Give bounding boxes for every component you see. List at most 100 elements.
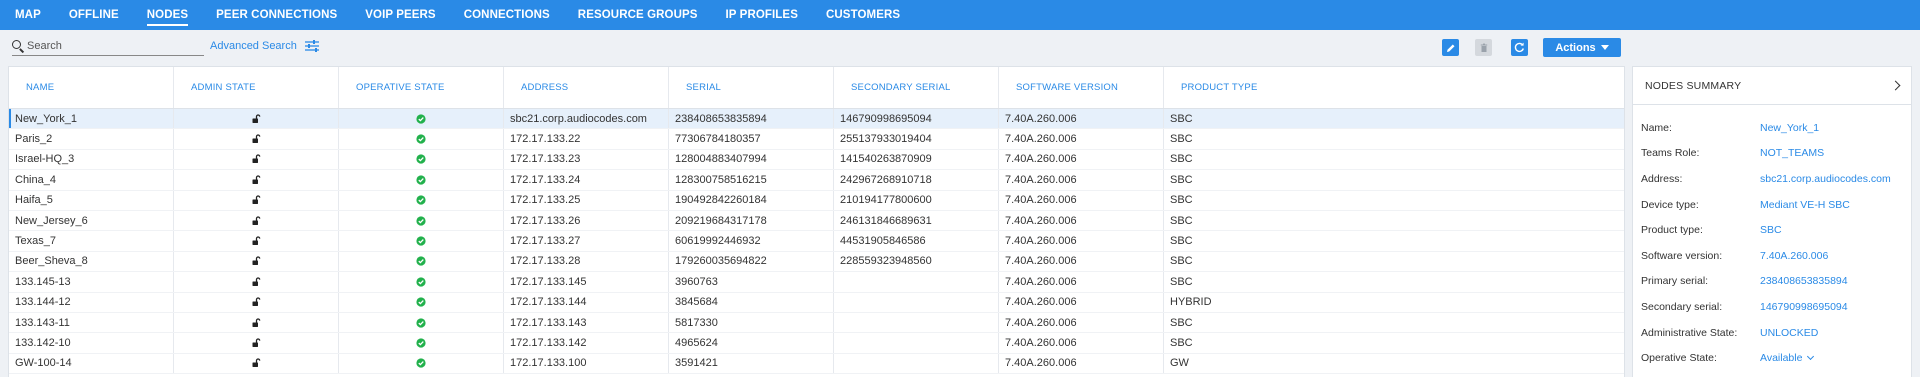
summary-field-value: UNLOCKED — [1760, 327, 1818, 339]
address-cell: 172.17.133.22 — [504, 129, 669, 149]
table-row[interactable]: Haifa_5 172.17.133.25 190492842260184 21019… — [9, 190, 1624, 211]
refresh-icon — [1514, 42, 1524, 53]
table-row[interactable]: New_York_1 sbc21.corp.audiocodes.com 23840… — [9, 109, 1624, 130]
actions-label: Actions — [1555, 41, 1596, 54]
unlock-icon — [252, 114, 261, 123]
table-row[interactable]: Beer_Sheva_8 172.17.133.28 179260035694822… — [9, 251, 1624, 273]
table-row[interactable]: GW-100-14 172.17.133.100 3591421 7.40A.260.… — [9, 353, 1624, 375]
secondary-serial-cell: 141540263870909 — [834, 149, 999, 170]
column-header-name[interactable]: NAME — [9, 67, 174, 108]
secondary-serial-cell: 146790998695094 — [834, 109, 999, 129]
tab-connections[interactable]: CONNECTIONS — [464, 0, 550, 30]
software-version-cell: 7.40A.260.006 — [999, 312, 1164, 333]
table-row[interactable]: 133.142-10 172.17.133.142 4965624 7.40A.260… — [9, 333, 1624, 354]
address-cell: 172.17.133.142 — [504, 333, 669, 353]
check-circle-icon — [416, 297, 426, 307]
nodes-summary-panel: NODES SUMMARY Name: New_York_1 Teams Role:… — [1632, 66, 1912, 377]
secondary-serial-cell: 228559323948560 — [834, 251, 999, 272]
summary-field-value-text: sbc21.corp.audiocodes.com — [1760, 172, 1891, 185]
column-header-secondary-serial[interactable]: SECONDARY SERIAL — [834, 67, 999, 108]
top-nav: MAP OFFLINE NODES PEER CONNECTIONS VOIP PEER… — [0, 0, 1920, 30]
operative-state-cell — [339, 109, 504, 129]
tab-voip-peers[interactable]: VOIP PEERS — [365, 0, 435, 30]
software-version-cell: 7.40A.260.006 — [999, 251, 1164, 272]
tab-ip-profiles[interactable]: IP PROFILES — [726, 0, 798, 30]
software-version-cell: 7.40A.260.006 — [999, 109, 1164, 129]
table-row[interactable]: Paris_2 172.17.133.22 77306784180357 255137… — [9, 129, 1624, 150]
table-row[interactable]: New_Jersey_6 172.17.133.26 209219684317178… — [9, 210, 1624, 232]
table-row[interactable]: 133.143-11 172.17.133.143 5817330 7.40A.260… — [9, 312, 1624, 334]
product-type-cell: SBC — [1170, 255, 1193, 268]
summary-field: Secondary serial: 146790998695094 — [1633, 294, 1911, 320]
summary-field-value[interactable]: Available — [1760, 352, 1815, 364]
operative-state-cell — [339, 292, 504, 312]
table-row[interactable]: Texas_7 172.17.133.27 60619992446932 445319… — [9, 231, 1624, 252]
summary-field-value-text: 146790998695094 — [1760, 300, 1848, 313]
delete-button[interactable] — [1475, 39, 1492, 56]
search-input[interactable] — [27, 40, 197, 52]
summary-field-label: Administrative State: — [1641, 326, 1738, 339]
edit-button[interactable] — [1442, 39, 1459, 56]
column-header-software-version[interactable]: SOFTWARE VERSION — [999, 67, 1164, 108]
table-row[interactable]: Israel-HQ_3 172.17.133.23 128004883407994 1… — [9, 149, 1624, 171]
name-cell: Paris_2 — [9, 129, 174, 149]
tab-customers[interactable]: CUSTOMERS — [826, 0, 900, 30]
actions-button[interactable]: Actions — [1543, 38, 1621, 57]
refresh-button[interactable] — [1511, 39, 1528, 56]
serial-cell: 3960763 — [669, 272, 834, 292]
admin-state-cell — [174, 272, 339, 292]
address-cell: 172.17.133.23 — [504, 149, 669, 170]
summary-field-value-text: NOT_TEAMS — [1760, 147, 1825, 160]
admin-state-cell — [174, 353, 339, 374]
operative-state-cell — [339, 251, 504, 272]
unlock-icon — [252, 358, 261, 368]
operative-state-cell — [339, 312, 504, 333]
summary-field-value: 238408653835894 — [1760, 275, 1848, 287]
tab-map[interactable]: MAP — [15, 0, 41, 30]
address-cell: 172.17.133.28 — [504, 251, 669, 272]
chevron-down-icon — [1600, 45, 1609, 50]
unlock-icon — [252, 256, 261, 266]
column-header-admin-state[interactable]: ADMIN STATE — [174, 67, 339, 108]
sliders-icon[interactable] — [304, 39, 320, 53]
admin-state-cell — [174, 129, 339, 149]
table-row[interactable]: China_4 172.17.133.24 128300758516215 24296… — [9, 170, 1624, 191]
summary-field: Teams Role: NOT_TEAMS — [1633, 141, 1911, 167]
column-header-address[interactable]: ADDRESS — [504, 67, 669, 108]
check-circle-icon — [416, 195, 426, 205]
summary-field-value-text: 238408653835894 — [1760, 275, 1848, 288]
table-row[interactable]: 133.145-13 172.17.133.145 3960763 7.40A.260… — [9, 272, 1624, 293]
summary-title: NODES SUMMARY — [1645, 79, 1742, 92]
admin-state-cell — [174, 210, 339, 231]
serial-cell: 190492842260184 — [669, 190, 834, 210]
operative-state-cell — [339, 210, 504, 231]
tab-resource-groups[interactable]: RESOURCE GROUPS — [578, 0, 698, 30]
secondary-serial-cell: 210194177800600 — [834, 190, 999, 210]
tab-peer-connections[interactable]: PEER CONNECTIONS — [216, 0, 337, 30]
chevron-right-icon[interactable] — [1890, 80, 1901, 91]
check-circle-icon — [416, 154, 426, 165]
table-row[interactable]: 133.144-12 172.17.133.144 3845684 7.40A.260… — [9, 292, 1624, 313]
column-header-serial[interactable]: SERIAL — [669, 67, 834, 108]
tab-nodes[interactable]: NODES — [146, 0, 189, 30]
admin-state-cell — [174, 251, 339, 272]
column-header-operative-state[interactable]: OPERATIVE STATE — [339, 67, 504, 108]
name-cell: GW-100-14 — [9, 353, 174, 374]
unlock-icon — [252, 277, 261, 286]
address-cell: 172.17.133.100 — [504, 353, 669, 374]
summary-field-value-text: Mediant VE-H SBC — [1760, 198, 1850, 211]
operative-state-cell — [339, 333, 504, 353]
search-box — [12, 37, 204, 56]
column-header-product-type[interactable]: PRODUCT TYPE — [1164, 67, 1316, 108]
secondary-serial-cell — [834, 312, 999, 333]
check-circle-icon — [416, 175, 426, 185]
advanced-search-link[interactable]: Advanced Search — [210, 39, 320, 53]
software-version-cell: 7.40A.260.006 — [999, 292, 1164, 312]
summary-field-label: Secondary serial: — [1641, 300, 1723, 313]
product-type-cell: SBC — [1170, 214, 1193, 227]
tab-offline[interactable]: OFFLINE — [69, 0, 119, 30]
secondary-serial-cell: 246131846689631 — [834, 210, 999, 231]
unlock-icon — [252, 175, 261, 184]
summary-field: Primary serial: 238408653835894 — [1633, 269, 1911, 295]
address-cell: sbc21.corp.audiocodes.com — [504, 109, 669, 129]
